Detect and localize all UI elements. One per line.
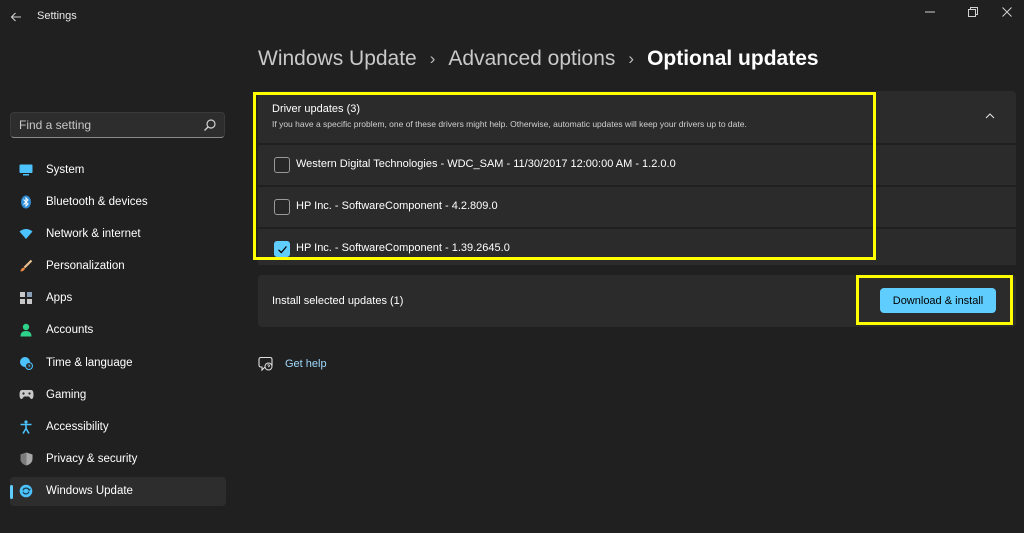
- sidebar-item-label: Accounts: [46, 324, 94, 337]
- driver-update-row: Western Digital Technologies - WDC_SAM -…: [258, 145, 1016, 185]
- restore-icon: [968, 7, 978, 17]
- sidebar-item-network-internet[interactable]: Network & internet: [10, 219, 226, 248]
- sidebar-item-label: Gaming: [46, 388, 87, 401]
- sidebar-item-label: System: [46, 163, 85, 176]
- gamepad-icon: [18, 387, 34, 403]
- restore-button[interactable]: [956, 3, 990, 23]
- sidebar-item-system[interactable]: System: [10, 155, 226, 184]
- page-title: Optional updates: [647, 47, 819, 70]
- search-icon[interactable]: [203, 118, 217, 132]
- minimize-button[interactable]: [913, 3, 947, 23]
- shield-icon: [18, 451, 34, 467]
- sidebar-item-accessibility[interactable]: Accessibility: [10, 413, 226, 442]
- get-help-label: Get help: [285, 358, 327, 370]
- search-box[interactable]: [10, 112, 225, 138]
- install-updates-card: Install selected updates (1) Download & …: [258, 275, 1016, 327]
- monitor-icon: [18, 162, 34, 178]
- sidebar-item-time-language[interactable]: Time & language: [10, 348, 226, 377]
- breadcrumb: Windows Update › Advanced options › Opti…: [258, 44, 819, 74]
- download-install-button[interactable]: Download & install: [880, 288, 996, 313]
- driver-checkbox[interactable]: [274, 157, 290, 173]
- sidebar-item-bluetooth-devices[interactable]: Bluetooth & devices: [10, 187, 226, 216]
- checkmark-icon: [278, 246, 287, 254]
- sidebar-item-accounts[interactable]: Accounts: [10, 316, 226, 345]
- install-selected-label: Install selected updates (1): [272, 295, 404, 307]
- driver-update-label: HP Inc. - SoftwareComponent - 4.2.809.0: [296, 200, 498, 212]
- sidebar-item-label: Network & internet: [46, 227, 141, 240]
- sidebar-item-label: Personalization: [46, 260, 125, 273]
- bluetooth-icon: [18, 194, 34, 210]
- search-input[interactable]: [11, 113, 196, 137]
- breadcrumb-advanced-options[interactable]: Advanced options: [448, 47, 615, 71]
- driver-update-row: HP Inc. - SoftwareComponent - 1.39.2645.…: [258, 229, 1016, 265]
- accessibility-icon: [18, 419, 34, 435]
- minimize-icon: [925, 11, 935, 13]
- driver-update-row: HP Inc. - SoftwareComponent - 4.2.809.0: [258, 187, 1016, 227]
- breadcrumb-windows-update[interactable]: Windows Update: [258, 47, 417, 71]
- sidebar-item-label: Windows Update: [46, 485, 133, 498]
- wifi-icon: [18, 226, 34, 242]
- sidebar-nav: System Bluetooth & devices Network & int…: [10, 155, 226, 509]
- sidebar-item-gaming[interactable]: Gaming: [10, 380, 226, 409]
- driver-checkbox[interactable]: [274, 241, 290, 257]
- driver-update-label: HP Inc. - SoftwareComponent - 1.39.2645.…: [296, 242, 510, 254]
- app-title: Settings: [37, 10, 77, 22]
- apps-icon: [18, 290, 34, 306]
- help-chat-icon: [258, 356, 273, 372]
- driver-update-label: Western Digital Technologies - WDC_SAM -…: [296, 158, 676, 170]
- sidebar-item-apps[interactable]: Apps: [10, 284, 226, 313]
- update-icon: [18, 483, 34, 499]
- sidebar-item-label: Bluetooth & devices: [46, 195, 148, 208]
- chevron-up-icon: [985, 113, 995, 119]
- collapse-button[interactable]: [982, 108, 998, 124]
- sidebar-item-windows-update[interactable]: Windows Update: [10, 476, 226, 506]
- globe-clock-icon: [18, 355, 34, 371]
- sidebar-item-personalization[interactable]: Personalization: [10, 252, 226, 281]
- sidebar-item-label: Accessibility: [46, 421, 109, 433]
- back-button[interactable]: [4, 6, 28, 28]
- title-bar: Settings: [0, 0, 1024, 34]
- sidebar-item-label: Time & language: [46, 356, 133, 369]
- get-help-link[interactable]: Get help: [258, 354, 327, 374]
- driver-checkbox[interactable]: [274, 199, 290, 215]
- close-icon: [1002, 7, 1012, 17]
- driver-updates-title: Driver updates (3): [272, 103, 361, 115]
- arrow-left-icon: [10, 12, 21, 22]
- brush-icon: [18, 258, 34, 274]
- chevron-right-icon: ›: [628, 49, 635, 68]
- chevron-right-icon: ›: [429, 49, 436, 68]
- close-button[interactable]: [990, 3, 1024, 23]
- person-icon: [18, 322, 34, 338]
- driver-updates-description: If you have a specific problem, one of t…: [272, 119, 747, 129]
- sidebar-item-label: Privacy & security: [46, 453, 138, 466]
- sidebar-item-label: Apps: [46, 292, 73, 305]
- sidebar-item-privacy-security[interactable]: Privacy & security: [10, 445, 226, 474]
- driver-updates-header[interactable]: Driver updates (3) If you have a specifi…: [258, 91, 1016, 143]
